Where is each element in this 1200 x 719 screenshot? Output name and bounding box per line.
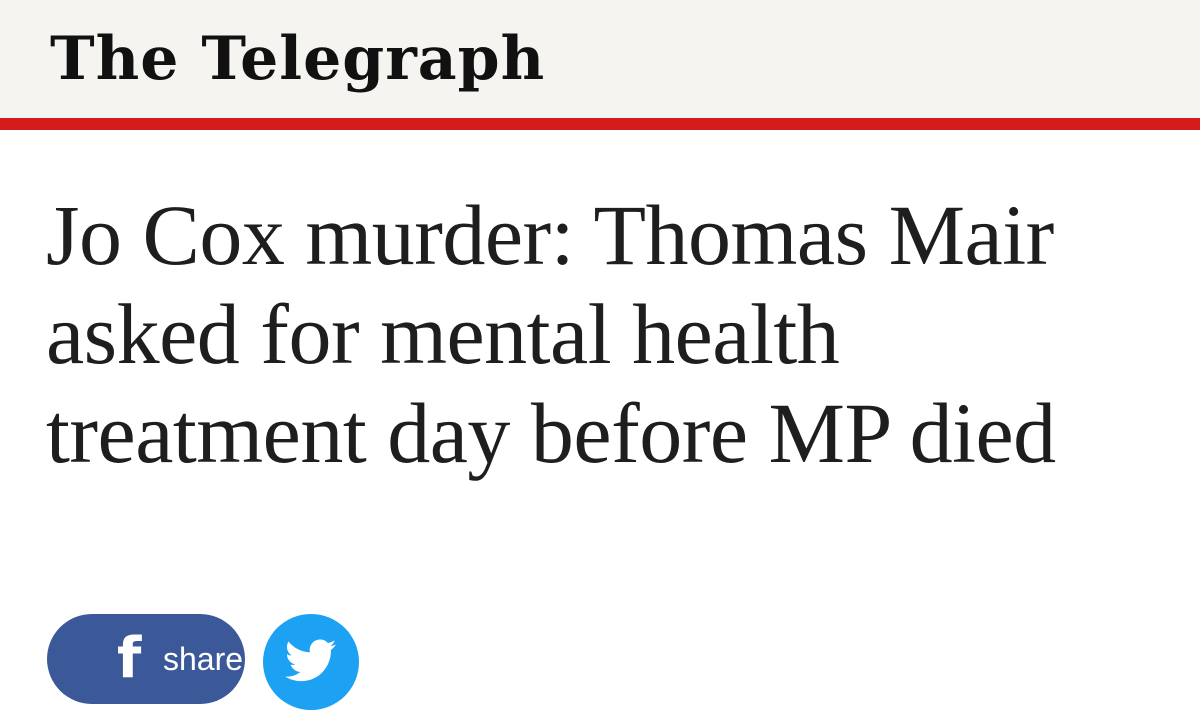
facebook-share-button[interactable]: f share bbox=[47, 614, 245, 704]
masthead: The Telegraph bbox=[0, 0, 1200, 118]
telegraph-logo[interactable]: The Telegraph bbox=[50, 14, 545, 104]
twitter-share-button[interactable] bbox=[263, 614, 359, 710]
facebook-icon: f bbox=[117, 626, 142, 691]
twitter-bird-icon bbox=[285, 639, 337, 682]
article-headline: Jo Cox murder: Thomas Mair asked for men… bbox=[46, 187, 1056, 481]
masthead-divider bbox=[0, 118, 1200, 130]
share-label: share bbox=[163, 641, 244, 677]
